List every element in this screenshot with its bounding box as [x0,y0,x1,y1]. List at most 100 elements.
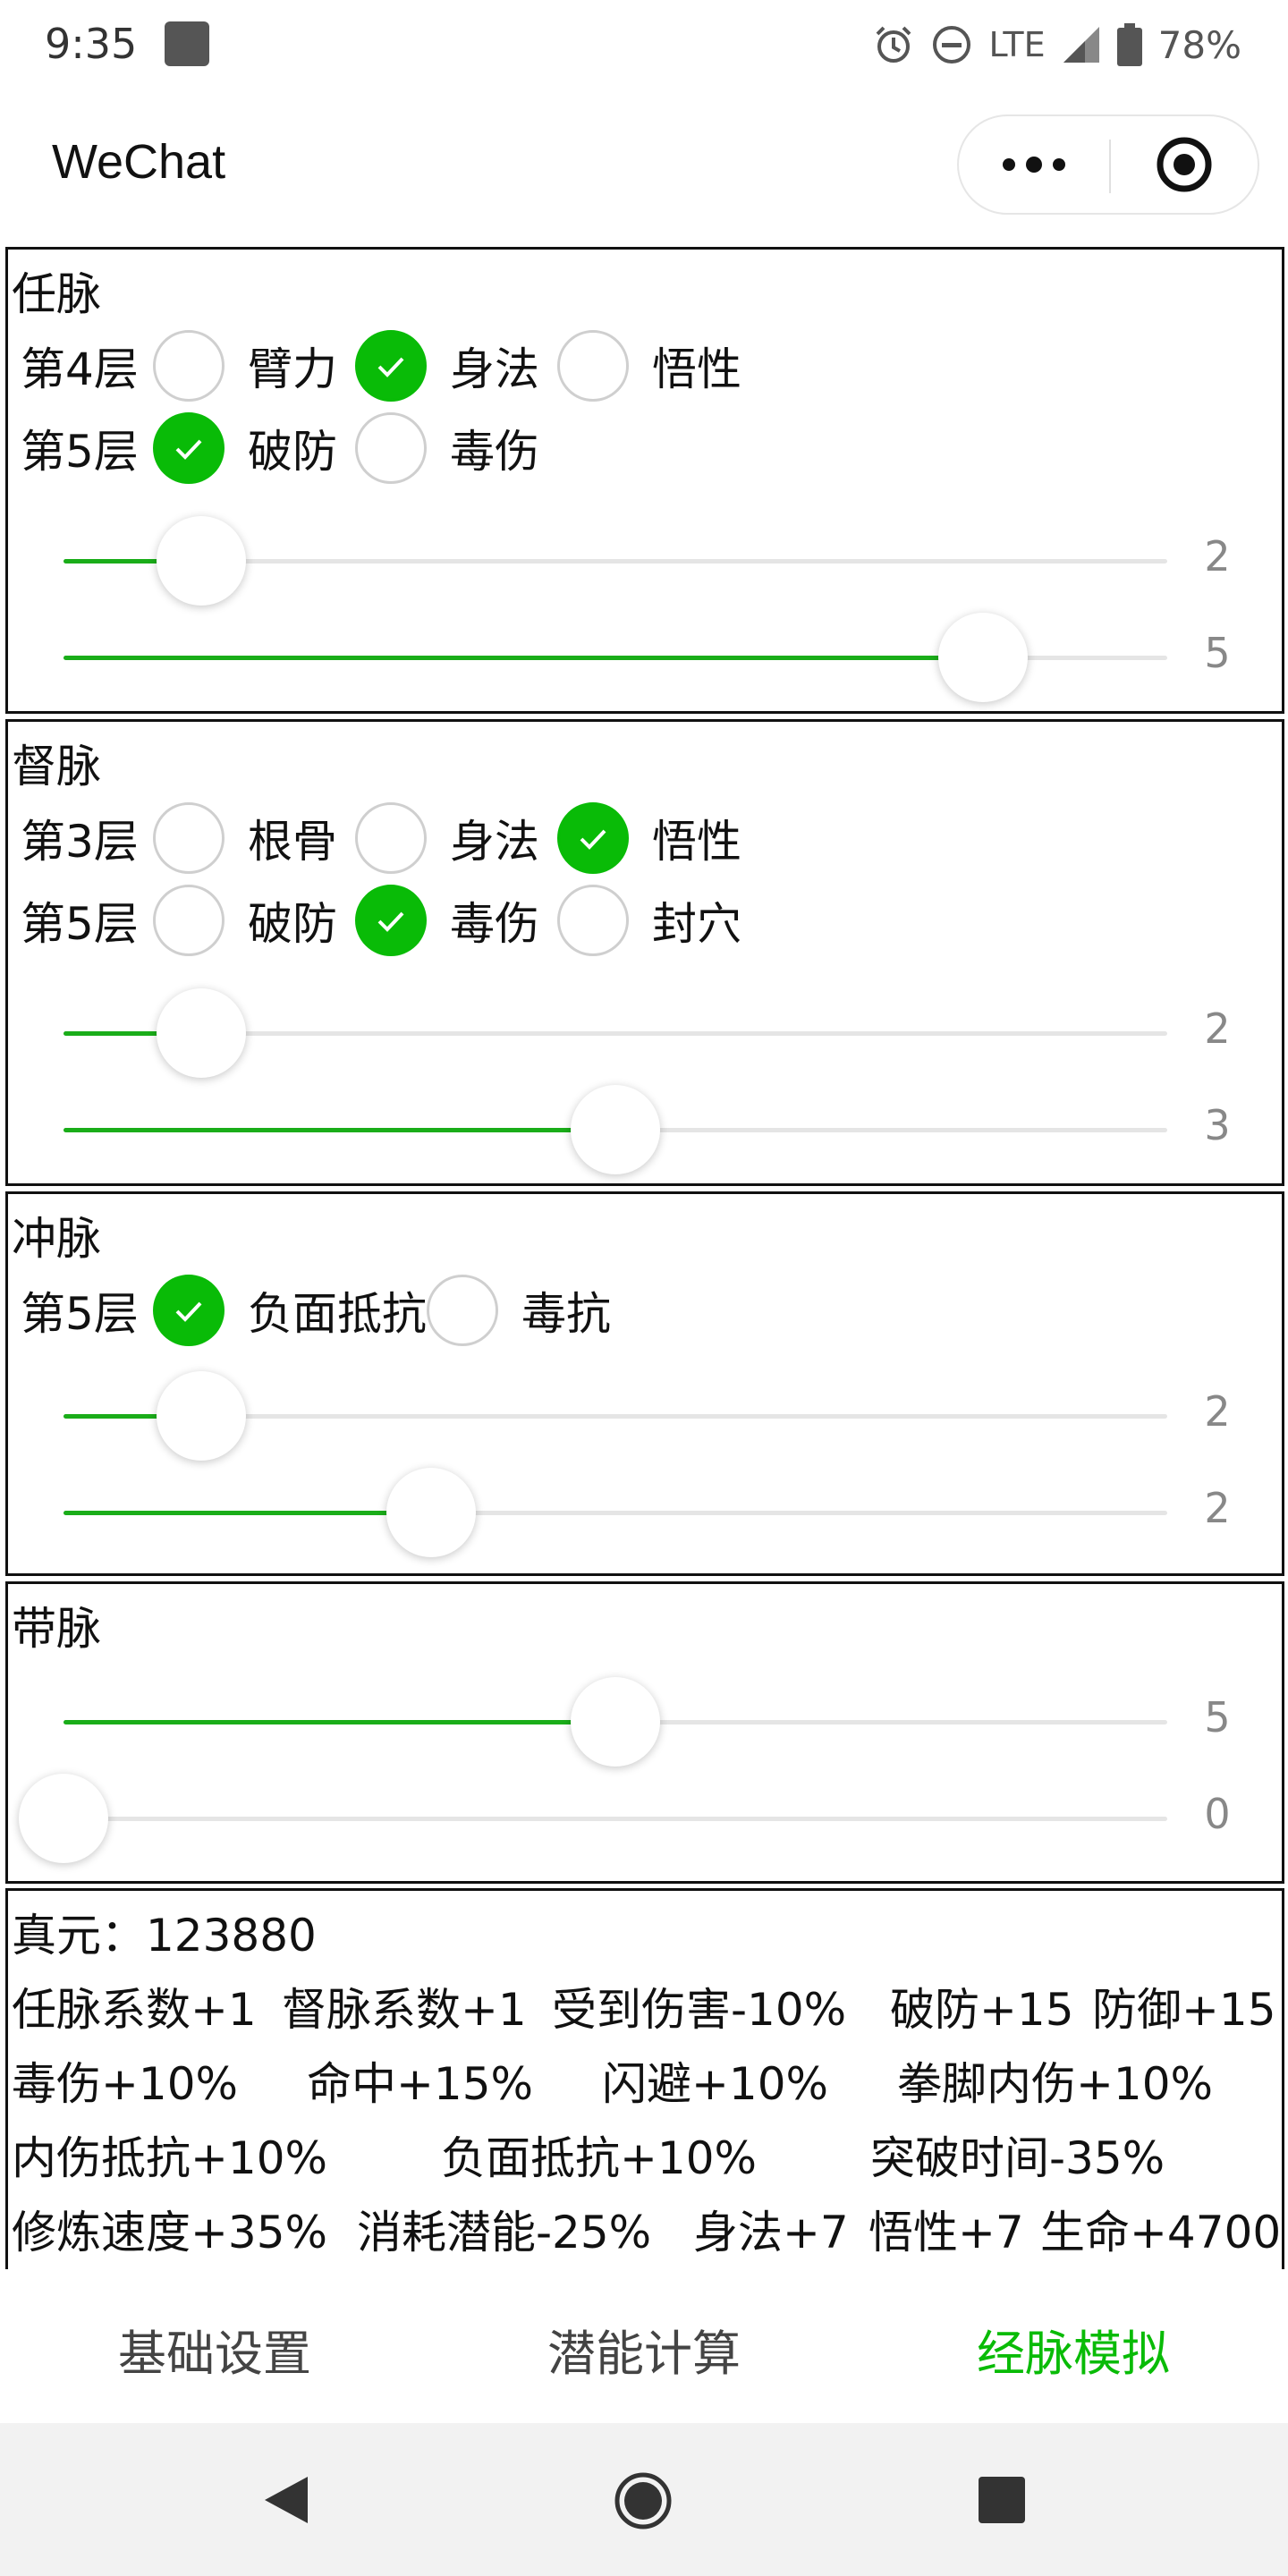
option-label: 毒抗 [521,1288,611,1340]
option-label: 封穴 [652,898,741,950]
level-slider[interactable] [64,514,1167,607]
checkbox-circle[interactable] [355,330,427,402]
slider-thumb[interactable] [157,1371,247,1461]
option-checkbox[interactable]: 破防 [153,412,355,484]
slider-value: 2 [1204,1484,1231,1532]
title-bar: WeChat [0,89,1288,243]
result-stat: 负面抵抗+10% [441,2132,758,2184]
level-slider[interactable] [64,1466,1167,1559]
close-mini-program-button[interactable] [1111,116,1258,213]
status-icons: LTE 78% [872,18,1241,72]
slider-thumb[interactable] [386,1468,476,1557]
layer-row: 第4层 臂力 身法 悟性 [21,330,759,402]
slider-thumb[interactable] [19,1774,108,1863]
slider-fill [64,1511,431,1515]
result-stat: 任脉系数+1 [12,1984,257,2036]
result-stat: 突破时间-35% [870,2132,1165,2184]
checkbox-circle[interactable] [153,1275,225,1346]
check-icon [175,1301,202,1322]
option-checkbox[interactable]: 悟性 [557,330,759,402]
system-nav-bar [0,2423,1288,2576]
level-slider[interactable] [64,611,1167,704]
slider-value: 2 [1204,1004,1231,1053]
slider-thumb[interactable] [571,1085,660,1174]
check-icon [580,829,606,850]
option-checkbox[interactable]: 封穴 [557,885,759,956]
recents-icon[interactable] [977,2475,1027,2525]
tab-basic-settings[interactable]: 基础设置 [0,2314,429,2385]
checkbox-circle[interactable] [355,802,427,874]
result-stat: 悟性+7 [869,2207,1024,2258]
option-checkbox[interactable]: 负面抵抗 [153,1275,427,1346]
result-stat: 修炼速度+35% [12,2207,328,2258]
option-label: 身法 [450,343,539,395]
battery-icon [1116,23,1142,66]
network-label: LTE [988,25,1046,64]
result-stat: 生命+4700 [1040,2207,1282,2258]
result-stat: 受到伤害-10% [552,1984,847,2036]
checkbox-circle[interactable] [557,802,629,874]
checkbox-circle[interactable] [153,330,225,402]
tab-meridian-sim[interactable]: 经脉模拟 [859,2314,1288,2385]
checkbox-circle[interactable] [153,412,225,484]
slider-thumb[interactable] [937,613,1028,702]
back-icon[interactable] [259,2473,313,2527]
result-stat: 防御+15 [1092,1984,1276,2036]
option-checkbox[interactable]: 毒伤 [355,885,557,956]
level-slider[interactable] [64,1083,1167,1176]
bottom-tab-bar: 基础设置 潜能计算 经脉模拟 [0,2269,1288,2423]
slider-thumb[interactable] [157,988,247,1078]
checkbox-circle[interactable] [355,412,427,484]
option-checkbox[interactable]: 破防 [153,885,355,956]
checkbox-circle[interactable] [557,885,629,956]
checkbox-circle[interactable] [153,802,225,874]
result-stat: 消耗潜能-25% [357,2207,652,2258]
status-bar: 9:35 LTE 78% [0,0,1288,89]
option-label: 臂力 [248,343,337,395]
home-icon[interactable] [614,2471,673,2530]
signal-icon [1062,25,1101,64]
more-dot-icon [1003,158,1015,171]
slider-thumb[interactable] [571,1677,660,1767]
option-label: 毒伤 [450,898,539,950]
alarm-icon [872,23,915,66]
option-checkbox[interactable]: 毒伤 [355,412,557,484]
option-checkbox[interactable]: 身法 [355,802,557,874]
layer-row: 第3层 根骨 身法 悟性 [21,802,759,874]
option-checkbox[interactable]: 根骨 [153,802,355,874]
result-stat: 命中+15% [307,2058,534,2110]
battery-percent: 78% [1157,22,1241,67]
slider-value: 5 [1204,1693,1231,1741]
option-checkbox[interactable]: 身法 [355,330,557,402]
level-slider[interactable] [19,1772,1167,1865]
slider-track [64,1817,1167,1821]
option-label: 破防 [248,426,337,478]
checkbox-circle[interactable] [355,885,427,956]
checkbox-circle[interactable] [153,885,225,956]
layer-row: 第5层 破防 毒伤 [21,412,557,484]
option-checkbox[interactable]: 毒抗 [427,1275,629,1346]
slider-thumb[interactable] [157,516,247,606]
mini-program-capsule [957,114,1259,215]
slider-value: 3 [1204,1101,1231,1149]
tab-potential-calc[interactable]: 潜能计算 [429,2314,859,2385]
more-button[interactable] [959,116,1109,213]
result-stat: 内伤抵抗+10% [12,2132,328,2184]
status-time: 9:35 [45,20,138,68]
slider-value: 2 [1204,1387,1231,1436]
option-checkbox[interactable]: 臂力 [153,330,355,402]
option-label: 身法 [450,816,539,868]
level-slider[interactable] [64,1675,1167,1768]
level-slider[interactable] [64,987,1167,1080]
slider-value: 2 [1204,532,1231,580]
card-title: 带脉 [12,1603,101,1655]
checkbox-circle[interactable] [427,1275,498,1346]
result-stat: 毒伤+10% [12,2058,239,2110]
level-slider[interactable] [64,1369,1167,1462]
more-dot-icon [1026,157,1042,173]
checkbox-circle[interactable] [557,330,629,402]
meridian-card-dai: 带脉 5 0 [5,1581,1284,1884]
option-checkbox[interactable]: 悟性 [557,802,759,874]
card-title: 督脉 [12,741,101,792]
layer-row: 第5层 负面抵抗 毒抗 [21,1275,629,1346]
